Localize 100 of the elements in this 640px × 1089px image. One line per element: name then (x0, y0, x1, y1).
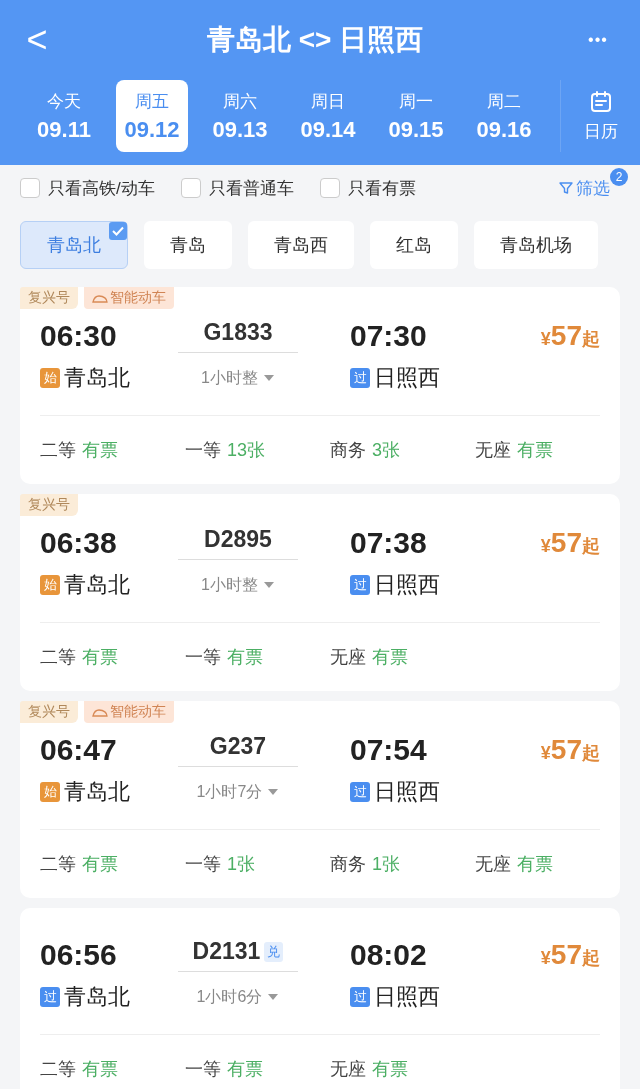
seat-availability: 有票 (227, 1058, 263, 1081)
seat-class: 一等 (185, 439, 221, 462)
train-card[interactable]: 复兴号 智能动车 06:30 G1833 07:30 ¥57起 始 青岛北 1小时整 过 日照西 二等 有票 一等 13张 商务 3张 无座 有票 (20, 287, 620, 484)
station-name: 日照西 (374, 983, 440, 1011)
seat-availability: 3张 (372, 439, 400, 462)
duration-dropdown[interactable]: 1小时6分 (178, 986, 298, 1008)
filter-label: 只看普通车 (208, 177, 294, 200)
calendar-button[interactable]: 日历 (560, 80, 640, 152)
duration-dropdown[interactable]: 1小时7分 (178, 781, 298, 803)
seat-availability: 有票 (517, 439, 553, 462)
checkbox[interactable] (20, 178, 40, 198)
station-name: 青岛北 (64, 983, 130, 1011)
train-card[interactable]: 复兴号 智能动车 06:47 G237 07:54 ¥57起 始 青岛北 1小时7分 过 日照西 二等 有票 一等 1张 商务 1张 无座 有票 (20, 701, 620, 898)
back-button[interactable]: < (22, 19, 52, 61)
duration-dropdown[interactable]: 1小时整 (178, 574, 298, 596)
filter-button[interactable]: 筛选 (559, 176, 610, 200)
caret-icon (262, 581, 275, 589)
train-tag: 兑 (264, 941, 284, 962)
station-mark: 过 (350, 575, 370, 595)
station-name: 青岛北 (64, 364, 130, 392)
seat-class: 二等 (40, 1058, 76, 1081)
station-mark: 过 (350, 782, 370, 802)
date-tab[interactable]: 周五 09.12 (116, 80, 188, 152)
checkbox[interactable] (319, 178, 340, 198)
seat-availability: 有票 (372, 1058, 408, 1081)
station-name: 日照西 (374, 571, 440, 599)
train-tag: 复兴号 (20, 701, 78, 723)
train-number: D2895 (204, 526, 272, 553)
departure-time: 06:56 (40, 938, 118, 972)
departure-time: 06:38 (40, 526, 118, 560)
filter-label: 只看高铁/动车 (48, 177, 155, 200)
train-number: G237 (209, 733, 267, 760)
train-tag: 复兴号 (20, 287, 78, 309)
seat-class: 无座 (475, 853, 511, 876)
departure-time: 06:30 (40, 319, 118, 353)
station-name: 日照西 (374, 364, 440, 392)
duration-dropdown[interactable]: 1小时整 (178, 367, 298, 389)
caret-icon (267, 993, 280, 1001)
train-icon (92, 293, 108, 303)
price: 57 (550, 734, 582, 766)
date-tab[interactable]: 周日 09.14 (284, 80, 372, 152)
train-card[interactable]: 复兴号 06:38 D2895 07:38 ¥57起 始 青岛北 1小时整 过 日照西 二等 有票 一等 有票 无座 有票 (20, 494, 620, 691)
seat-class: 一等 (185, 646, 221, 669)
filter-label: 只看有票 (347, 177, 416, 200)
station-mark: 过 (350, 368, 370, 388)
station-mark: 始 (40, 368, 60, 388)
check-icon (109, 222, 127, 240)
station-chip[interactable]: 青岛机场 (474, 221, 598, 269)
station-mark: 始 (40, 575, 60, 595)
station-name: 青岛北 (64, 778, 130, 806)
seat-class: 无座 (330, 1058, 366, 1081)
arrival-time: 07:30 (349, 319, 428, 353)
seat-availability: 有票 (82, 439, 118, 462)
date-tab[interactable]: 周六 09.13 (196, 80, 284, 152)
train-icon (92, 707, 108, 717)
price-suffix: 起 (582, 329, 600, 351)
train-number: G1833 (203, 319, 273, 346)
seat-availability: 有票 (517, 853, 553, 876)
train-card[interactable]: 06:56 D2131 兑 08:02 ¥57起 过 青岛北 1小时6分 过 日照西 二等 有票 一等 有票 无座 有票 (20, 908, 620, 1089)
arrival-time: 07:38 (349, 526, 428, 560)
date-tab[interactable]: 今天 09.11 (20, 80, 108, 152)
station-name: 日照西 (374, 778, 440, 806)
seat-class: 二等 (40, 853, 76, 876)
seat-availability: 有票 (372, 646, 408, 669)
more-button[interactable]: ••• (578, 31, 618, 49)
station-mark: 始 (40, 782, 60, 802)
seat-availability: 有票 (82, 1058, 118, 1081)
station-name: 青岛北 (64, 571, 130, 599)
filter-icon (559, 181, 573, 195)
seat-class: 二等 (40, 646, 76, 669)
price-currency: ¥ (540, 743, 551, 764)
departure-time: 06:47 (40, 733, 118, 767)
station-chip[interactable]: 青岛北 (20, 221, 128, 269)
caret-icon (262, 374, 275, 382)
seat-class: 商务 (330, 439, 366, 462)
train-tag: 复兴号 (20, 494, 78, 516)
checkbox[interactable] (180, 178, 201, 198)
price-suffix: 起 (582, 948, 600, 970)
seat-class: 商务 (330, 853, 366, 876)
route-title: 青岛北 <> 日照西 (206, 23, 424, 57)
arrival-time: 07:54 (349, 733, 428, 767)
date-tab[interactable]: 周一 09.15 (372, 80, 460, 152)
count-badge: 2 (610, 168, 628, 186)
train-tag: 智能动车 (84, 701, 174, 723)
train-number: D2131 (192, 938, 261, 965)
arrival-time: 08:02 (349, 938, 428, 972)
seat-class: 一等 (185, 1058, 221, 1081)
station-mark: 过 (40, 987, 60, 1007)
seat-availability: 有票 (82, 853, 118, 876)
price-currency: ¥ (540, 948, 551, 969)
date-tab[interactable]: 周二 09.16 (460, 80, 548, 152)
station-chip[interactable]: 青岛西 (248, 221, 354, 269)
price: 57 (550, 320, 582, 352)
price-currency: ¥ (540, 329, 551, 350)
station-mark: 过 (350, 987, 370, 1007)
price-suffix: 起 (582, 536, 600, 558)
station-chip[interactable]: 青岛 (144, 221, 232, 269)
seat-class: 无座 (475, 439, 511, 462)
station-chip[interactable]: 红岛 (370, 221, 458, 269)
caret-icon (267, 788, 280, 796)
